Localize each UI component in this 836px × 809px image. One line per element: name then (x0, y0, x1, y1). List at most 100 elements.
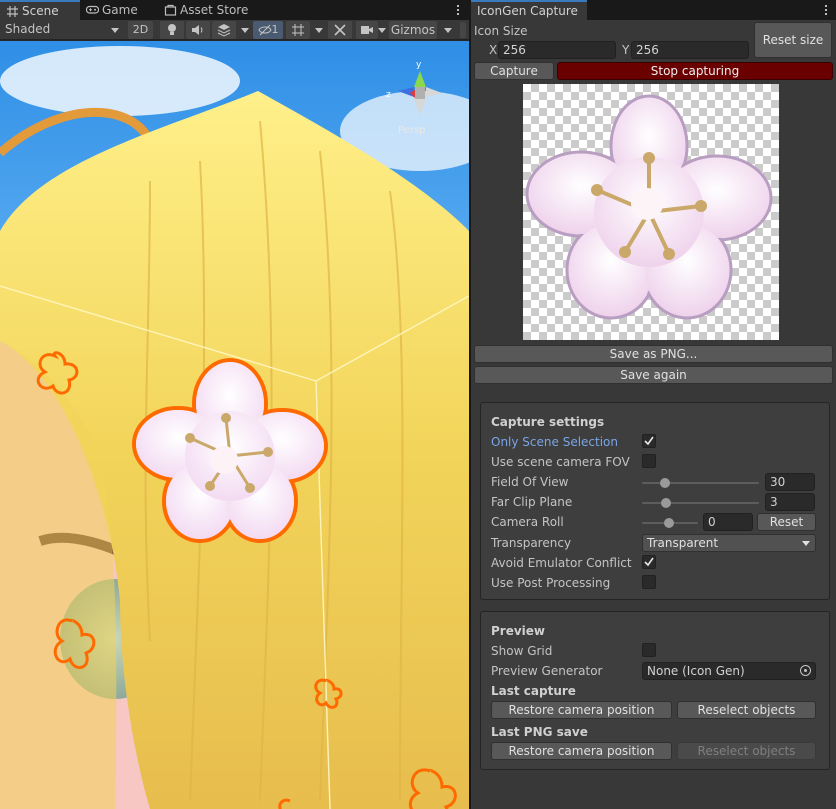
tab-asset-store-label: Asset Store (180, 3, 249, 17)
scene-window: Scene Game Asset Store Shaded 2D 1 Gizmo… (0, 0, 469, 809)
transparency-label: Transparency (491, 536, 572, 550)
tab-game[interactable]: Game (80, 0, 158, 20)
icon-size-y-field[interactable]: 256 (631, 41, 749, 59)
tab-scene[interactable]: Scene (0, 0, 80, 20)
scene-window-menu-icon[interactable] (453, 4, 463, 17)
gizmo-view-label: Persp (398, 125, 426, 136)
last-png-restore-camera-button[interactable]: Restore camera position (491, 742, 672, 760)
preview-generator-value: None (Icon Gen) (647, 664, 745, 678)
y-label: Y (622, 43, 630, 57)
save-again-button[interactable]: Save again (474, 366, 833, 384)
camera-dropdown-icon[interactable] (378, 28, 386, 33)
toggle-2d-button[interactable]: 2D (128, 21, 153, 39)
shading-mode-dropdown[interactable]: Shaded (5, 20, 121, 40)
audio-toggle-button[interactable] (186, 21, 210, 39)
gizmo-y-label: y (416, 60, 422, 70)
icongen-window-menu-icon[interactable] (821, 4, 831, 17)
x-value: 256 (503, 43, 526, 57)
object-picker-icon[interactable] (800, 665, 811, 676)
avoid-emulator-conflict-checkbox[interactable] (642, 555, 656, 569)
tab-game-label: Game (102, 3, 138, 17)
capture-preview-image (523, 84, 779, 340)
field-of-view-input[interactable]: 30 (765, 473, 815, 491)
last-capture-reselect-objects-button[interactable]: Reselect objects (677, 701, 816, 719)
icongen-window: IconGen Capture Icon Size X 256 Y 256 Re… (471, 0, 836, 809)
scene-toolbar: Shaded 2D 1 Gizmos (0, 20, 469, 40)
speaker-icon (192, 25, 203, 35)
preview-panel: Preview Show Grid Preview Generator None… (480, 611, 830, 770)
show-grid-checkbox[interactable] (642, 643, 656, 657)
camera-roll-input[interactable]: 0 (703, 513, 753, 531)
lighting-toggle-button[interactable] (160, 21, 184, 39)
avoid-emulator-conflict-label: Avoid Emulator Conflict (491, 556, 632, 570)
icongen-tabbar: IconGen Capture (471, 0, 836, 20)
capture-settings-header: Capture settings (491, 415, 605, 429)
last-capture-restore-camera-button[interactable]: Restore camera position (491, 701, 672, 719)
effects-toggle-button[interactable] (212, 21, 236, 39)
scene-tabbar: Scene Game Asset Store (0, 0, 469, 20)
capture-settings-panel: Capture settings Only Scene Selection Us… (480, 402, 830, 600)
camera-roll-slider-thumb[interactable] (664, 518, 674, 528)
icon-size-label: Icon Size (474, 24, 528, 38)
icon-size-x-field[interactable]: 256 (498, 41, 616, 59)
tab-icongen-label: IconGen Capture (477, 4, 578, 18)
gamepad-icon (86, 5, 99, 14)
chevron-down-icon (111, 28, 119, 33)
grid-snap-icon (292, 24, 304, 36)
effects-dropdown-icon[interactable] (241, 28, 249, 33)
scene-render: y z Persp (0, 41, 469, 809)
gizmos-dropdown-icon[interactable] (444, 28, 452, 33)
bag-icon (164, 4, 177, 16)
far-clip-plane-slider-track[interactable] (642, 502, 759, 504)
flower-preview (525, 94, 773, 320)
reset-size-button[interactable]: Reset size (754, 22, 832, 58)
video-camera-icon (361, 26, 373, 34)
only-scene-selection-label: Only Scene Selection (491, 435, 619, 449)
far-clip-plane-value: 3 (770, 495, 778, 509)
stop-capturing-button[interactable]: Stop capturing (557, 62, 833, 80)
grid-dropdown-icon[interactable] (315, 28, 323, 33)
use-post-processing-checkbox[interactable] (642, 575, 656, 589)
chevron-down-icon (802, 541, 810, 546)
scene-visibility-button[interactable]: 1 (253, 21, 283, 39)
use-scene-camera-fov-label: Use scene camera FOV (491, 455, 630, 469)
field-of-view-label: Field Of View (491, 475, 569, 489)
checkmark-icon (644, 436, 654, 446)
gizmo-z-label: z (386, 90, 391, 100)
toolbar-separator (460, 22, 466, 38)
tab-asset-store[interactable]: Asset Store (158, 0, 258, 20)
tools-icon (334, 24, 346, 36)
far-clip-plane-slider-thumb[interactable] (661, 498, 671, 508)
scene-viewport[interactable]: y z Persp (0, 41, 469, 809)
field-of-view-value: 30 (770, 475, 786, 489)
last-capture-header: Last capture (491, 684, 576, 698)
hidden-eye-icon (257, 24, 272, 36)
preview-header: Preview (491, 624, 546, 638)
hidden-count: 1 (271, 23, 279, 36)
last-png-save-header: Last PNG save (491, 725, 588, 739)
x-label: X (489, 43, 498, 57)
tools-button[interactable] (328, 21, 352, 39)
field-of-view-slider-thumb[interactable] (660, 478, 670, 488)
last-png-reselect-objects-button: Reselect objects (677, 742, 816, 760)
checkmark-icon (644, 557, 654, 567)
preview-generator-label: Preview Generator (491, 664, 603, 678)
capture-button[interactable]: Capture (474, 62, 554, 80)
transparency-value: Transparent (647, 536, 719, 550)
lightbulb-icon (168, 24, 176, 35)
gizmos-button[interactable]: Gizmos (389, 21, 437, 39)
tab-scene-label: Scene (22, 4, 59, 18)
far-clip-plane-input[interactable]: 3 (765, 493, 815, 511)
camera-roll-reset-button[interactable]: Reset (757, 513, 816, 531)
preview-generator-field[interactable]: None (Icon Gen) (642, 662, 816, 680)
y-value: 256 (636, 43, 659, 57)
transparency-dropdown[interactable]: Transparent (642, 534, 816, 552)
grid-icon (7, 6, 18, 17)
use-scene-camera-fov-checkbox[interactable] (642, 454, 656, 468)
camera-settings-button[interactable] (356, 21, 378, 39)
camera-roll-label: Camera Roll (491, 515, 564, 529)
only-scene-selection-checkbox[interactable] (642, 434, 656, 448)
tab-icongen-capture[interactable]: IconGen Capture (471, 0, 587, 20)
grid-snap-button[interactable] (286, 21, 310, 39)
save-as-png-button[interactable]: Save as PNG... (474, 345, 833, 363)
